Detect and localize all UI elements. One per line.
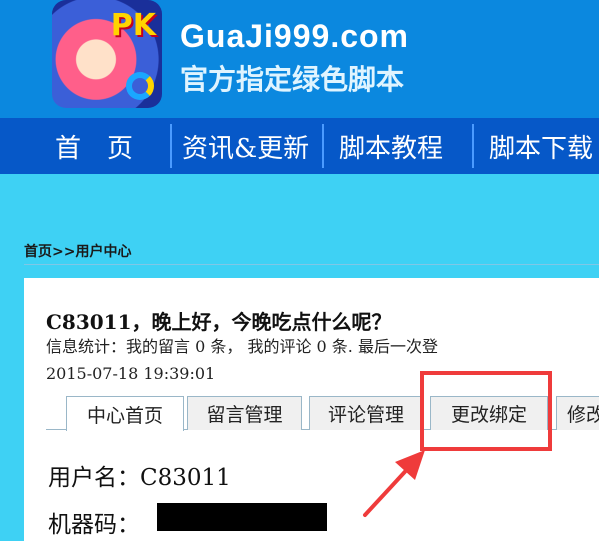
nav-item-downloads[interactable]: 脚本下载: [489, 118, 593, 174]
nav-separator: [170, 124, 172, 168]
info-stats: 信息统计：我的留言 0 条， 我的评论 0 条. 最后一次登: [46, 337, 438, 356]
site-header: PK GuaJi999.com 官方指定绿色脚本: [0, 0, 599, 118]
site-name[interactable]: GuaJi999.com: [180, 18, 409, 55]
breadcrumb[interactable]: 首页>>用户中心: [24, 241, 131, 261]
nav-item-tutorials[interactable]: 脚本教程: [339, 118, 443, 174]
highlight-box: [420, 371, 552, 451]
tab-comment-management[interactable]: 评论管理: [309, 396, 423, 430]
annotation-arrow-icon: [363, 450, 425, 517]
tab-center-home[interactable]: 中心首页: [66, 396, 184, 431]
tab-message-management[interactable]: 留言管理: [187, 396, 302, 430]
site-logo[interactable]: PK: [52, 0, 162, 108]
logo-pk-text: PK: [110, 8, 156, 43]
machine-code-redacted: [157, 503, 327, 531]
nav-item-news[interactable]: 资讯&更新: [182, 118, 309, 174]
main-nav: 首 页 资讯&更新 脚本教程 脚本下载: [0, 118, 599, 174]
nav-item-home[interactable]: 首 页: [55, 118, 133, 174]
breadcrumb-divider: [24, 264, 599, 265]
greeting-text: C83011，晚上好，今晚吃点什么呢？: [46, 310, 392, 334]
tab-modify[interactable]: 修改: [556, 396, 599, 430]
machine-code-label: 机器码：: [48, 512, 140, 538]
site-slogan: 官方指定绿色脚本: [180, 63, 405, 96]
username-line: 用户名：C83011: [48, 465, 231, 491]
nav-separator: [322, 124, 324, 168]
nav-separator: [472, 124, 474, 168]
logo-g-icon: [126, 72, 154, 100]
last-login-time: 2015-07-18 19:39:01: [46, 364, 216, 383]
